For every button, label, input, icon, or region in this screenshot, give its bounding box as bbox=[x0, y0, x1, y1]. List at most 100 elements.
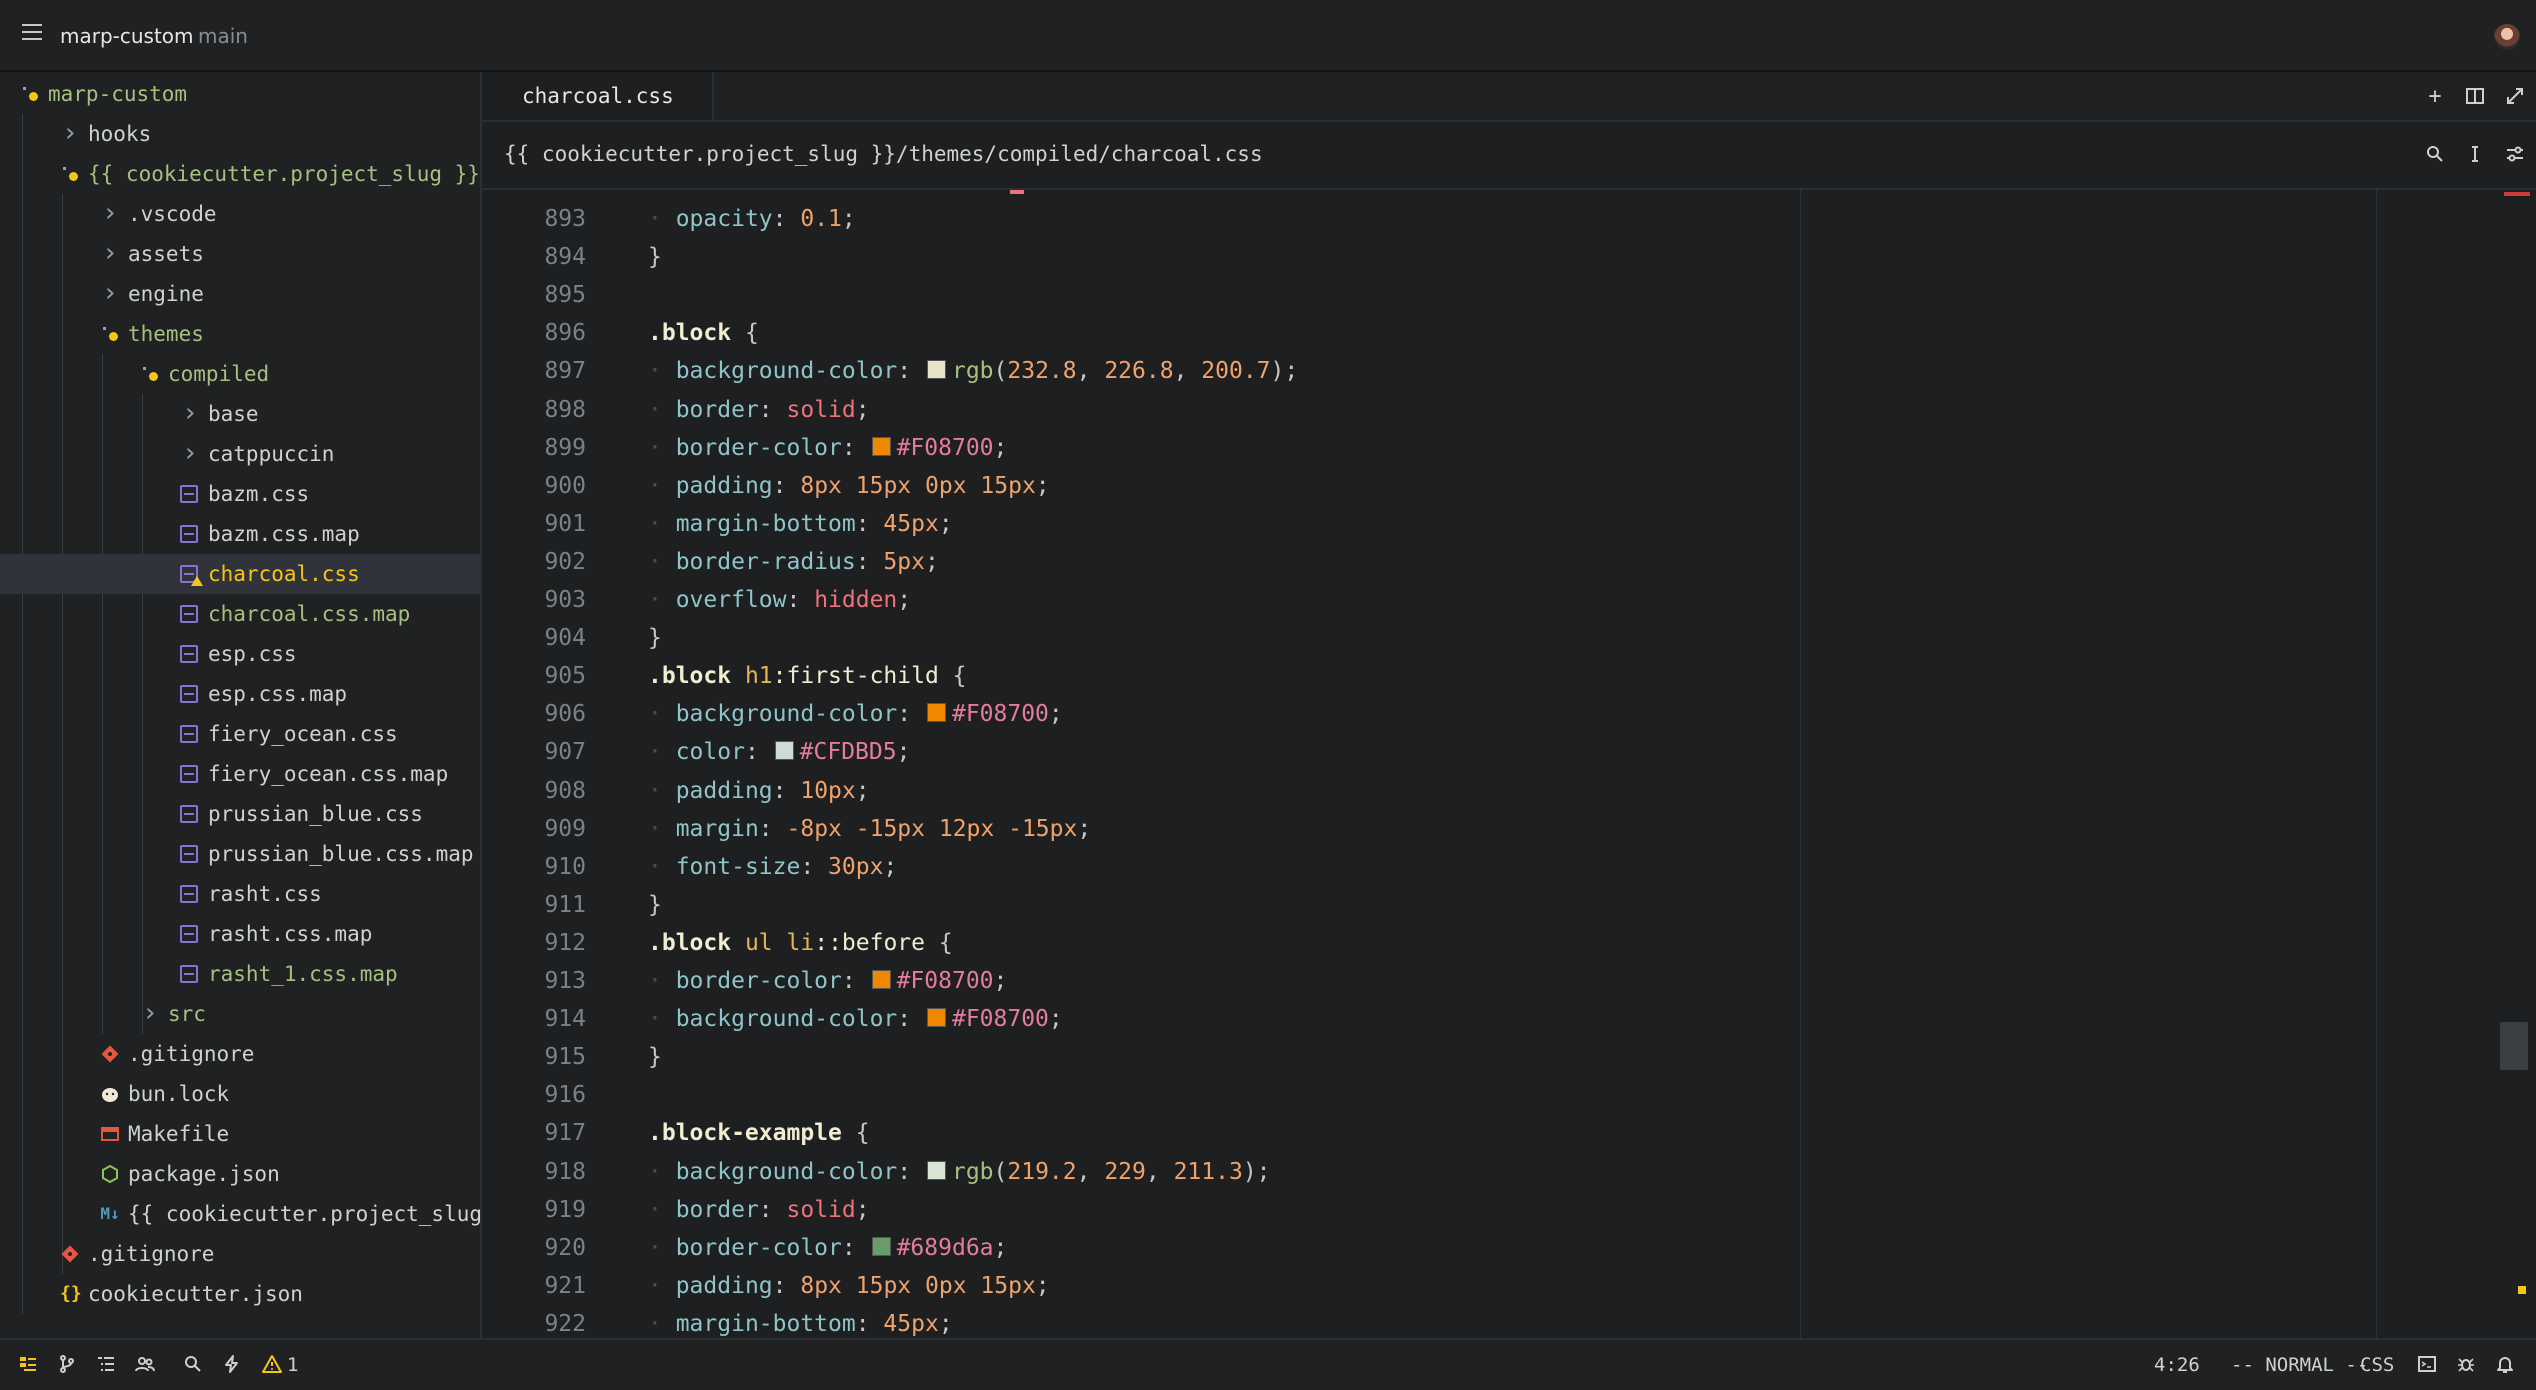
tree-item[interactable]: bun.lock bbox=[0, 1074, 480, 1114]
tree-item[interactable]: › src bbox=[0, 994, 480, 1034]
code-line[interactable]: · padding: 8px 15px 0px 15px; bbox=[648, 1273, 1050, 1299]
tree-item[interactable]: › catppuccin bbox=[0, 434, 480, 474]
tree-item[interactable]: Makefile bbox=[0, 1114, 480, 1154]
outline-icon[interactable] bbox=[96, 1354, 116, 1374]
search-icon[interactable] bbox=[183, 1354, 203, 1374]
branch-name[interactable]: main bbox=[198, 24, 248, 48]
code-line[interactable]: · margin-bottom: 45px; bbox=[648, 1311, 953, 1337]
color-swatch bbox=[774, 741, 794, 761]
tree-item[interactable]: fiery_ocean.css.map bbox=[0, 754, 480, 794]
code-line[interactable]: · margin-bottom: 45px; bbox=[648, 511, 953, 537]
project-name[interactable]: marp-custom bbox=[60, 24, 194, 48]
lightning-icon[interactable] bbox=[222, 1354, 242, 1374]
text-cursor-icon[interactable] bbox=[2464, 144, 2486, 166]
line-number: 902 bbox=[544, 548, 586, 575]
code-line[interactable]: } bbox=[648, 244, 662, 270]
code-line[interactable]: · border-color: #F08700; bbox=[648, 968, 1007, 994]
code-line[interactable]: · opacity: 0.1; bbox=[648, 206, 856, 232]
tree-item[interactable]: › hooks bbox=[0, 114, 480, 154]
code-line[interactable]: · overflow: hidden; bbox=[648, 587, 911, 613]
code-line[interactable]: · background-color: #F08700; bbox=[648, 701, 1063, 727]
code-line[interactable]: · background-color: rgb(219.2, 229, 211.… bbox=[648, 1159, 1271, 1185]
tree-item[interactable]: bazm.css bbox=[0, 474, 480, 514]
chevron-down-modified-icon bbox=[100, 324, 120, 344]
json-icon: {} bbox=[60, 1283, 82, 1304]
chevron-right-icon: › bbox=[102, 238, 118, 268]
code-line[interactable]: · border-color: #F08700; bbox=[648, 435, 1007, 461]
terminal-icon[interactable] bbox=[2417, 1354, 2437, 1374]
tree-item[interactable]: fiery_ocean.css bbox=[0, 714, 480, 754]
tree-item[interactable]: {} cookiecutter.json bbox=[0, 1274, 480, 1314]
code-line[interactable]: · border-radius: 5px; bbox=[648, 549, 939, 575]
line-number: 907 bbox=[544, 739, 586, 766]
code-line[interactable]: · font-size: 30px; bbox=[648, 854, 897, 880]
tree-item-label: Makefile bbox=[128, 1122, 230, 1146]
language-selector[interactable]: CSS bbox=[2360, 1354, 2394, 1376]
code-line[interactable]: · background-color: rgb(232.8, 226.8, 20… bbox=[648, 358, 1298, 384]
code-line[interactable]: } bbox=[648, 625, 662, 651]
code-line[interactable]: .block ul li::before { bbox=[648, 930, 953, 956]
tree-item-label: catppuccin bbox=[208, 442, 335, 466]
tree-item[interactable]: compiled bbox=[0, 354, 480, 394]
tree-item[interactable]: marp-custom bbox=[0, 74, 480, 114]
git-icon bbox=[100, 1044, 120, 1064]
maximize-icon[interactable] bbox=[2504, 86, 2526, 108]
code-editor[interactable]: 893 · opacity: 0.1; 894} 895 896 .block {897 ·… bbox=[482, 190, 2536, 1338]
plus-icon[interactable]: + bbox=[2424, 86, 2446, 108]
tree-item[interactable]: .gitignore bbox=[0, 1034, 480, 1074]
code-line[interactable]: } bbox=[648, 892, 662, 918]
breadcrumb-path[interactable]: {{ cookiecutter.project_slug }}/themes/c… bbox=[504, 142, 1263, 166]
project-panel-icon[interactable] bbox=[18, 1354, 38, 1374]
search-icon[interactable] bbox=[2424, 144, 2446, 166]
line-number: 903 bbox=[544, 587, 586, 613]
tree-item[interactable]: prussian_blue.css bbox=[0, 794, 480, 834]
tab-charcoal-css[interactable]: charcoal.css bbox=[482, 72, 714, 120]
collab-icon[interactable] bbox=[135, 1354, 155, 1374]
tree-item[interactable]: package.json bbox=[0, 1154, 480, 1194]
tree-item[interactable]: themes bbox=[0, 314, 480, 354]
hamburger-menu-icon[interactable] bbox=[22, 24, 42, 44]
tree-item[interactable]: M↓ {{ cookiecutter.project_slug bbox=[0, 1194, 480, 1234]
tree-item[interactable]: › engine bbox=[0, 274, 480, 314]
code-line[interactable]: } bbox=[648, 1044, 662, 1070]
tree-item[interactable]: rasht.css bbox=[0, 874, 480, 914]
code-line[interactable]: · color: #CFDBD5; bbox=[648, 739, 910, 765]
code-line[interactable]: · padding: 8px 15px 0px 15px; bbox=[648, 473, 1050, 499]
avatar[interactable] bbox=[2494, 24, 2520, 50]
code-line[interactable]: · border: solid; bbox=[648, 397, 870, 423]
tree-item[interactable]: .gitignore bbox=[0, 1234, 480, 1274]
sliders-icon[interactable] bbox=[2504, 144, 2526, 166]
css-file-icon bbox=[180, 725, 198, 743]
tree-item[interactable]: esp.css bbox=[0, 634, 480, 674]
css-file-icon bbox=[180, 605, 198, 623]
tree-item[interactable]: bazm.css.map bbox=[0, 514, 480, 554]
tree-item[interactable]: charcoal.css bbox=[0, 554, 480, 594]
git-branch-icon[interactable] bbox=[57, 1354, 77, 1374]
code-line[interactable]: .block h1:first-child { bbox=[648, 663, 967, 689]
code-line[interactable]: · border-color: #689d6a; bbox=[648, 1235, 1007, 1261]
code-line[interactable]: .block-example { bbox=[648, 1120, 870, 1146]
partial-line-marker bbox=[1010, 190, 1024, 194]
code-line[interactable]: · background-color: #F08700; bbox=[648, 1006, 1063, 1032]
tree-item[interactable]: esp.css.map bbox=[0, 674, 480, 714]
tree-item[interactable]: › assets bbox=[0, 234, 480, 274]
code-line[interactable]: · border: solid; bbox=[648, 1197, 870, 1223]
bell-icon[interactable] bbox=[2495, 1354, 2515, 1374]
tree-item[interactable]: rasht.css.map bbox=[0, 914, 480, 954]
tree-item[interactable]: › base bbox=[0, 394, 480, 434]
tree-item[interactable]: rasht_1.css.map bbox=[0, 954, 480, 994]
tree-item[interactable]: prussian_blue.css.map bbox=[0, 834, 480, 874]
code-line[interactable]: · padding: 10px; bbox=[648, 778, 870, 804]
tree-item[interactable]: › .vscode bbox=[0, 194, 480, 234]
cursor-position[interactable]: 4:26 bbox=[2154, 1354, 2200, 1376]
debug-icon[interactable] bbox=[2456, 1354, 2476, 1374]
code-line[interactable]: · margin: -8px -15px 12px -15px; bbox=[648, 816, 1091, 842]
tree-item[interactable]: charcoal.css.map bbox=[0, 594, 480, 634]
tree-item[interactable]: {{ cookiecutter.project_slug }} bbox=[0, 154, 480, 194]
warning-icon[interactable] bbox=[262, 1354, 282, 1374]
split-pane-icon[interactable] bbox=[2464, 86, 2486, 108]
warning-count[interactable]: 1 bbox=[287, 1354, 298, 1376]
scrollbar-thumb[interactable] bbox=[2500, 1022, 2528, 1070]
line-number: 904 bbox=[544, 625, 586, 652]
code-line[interactable]: .block { bbox=[648, 320, 759, 346]
